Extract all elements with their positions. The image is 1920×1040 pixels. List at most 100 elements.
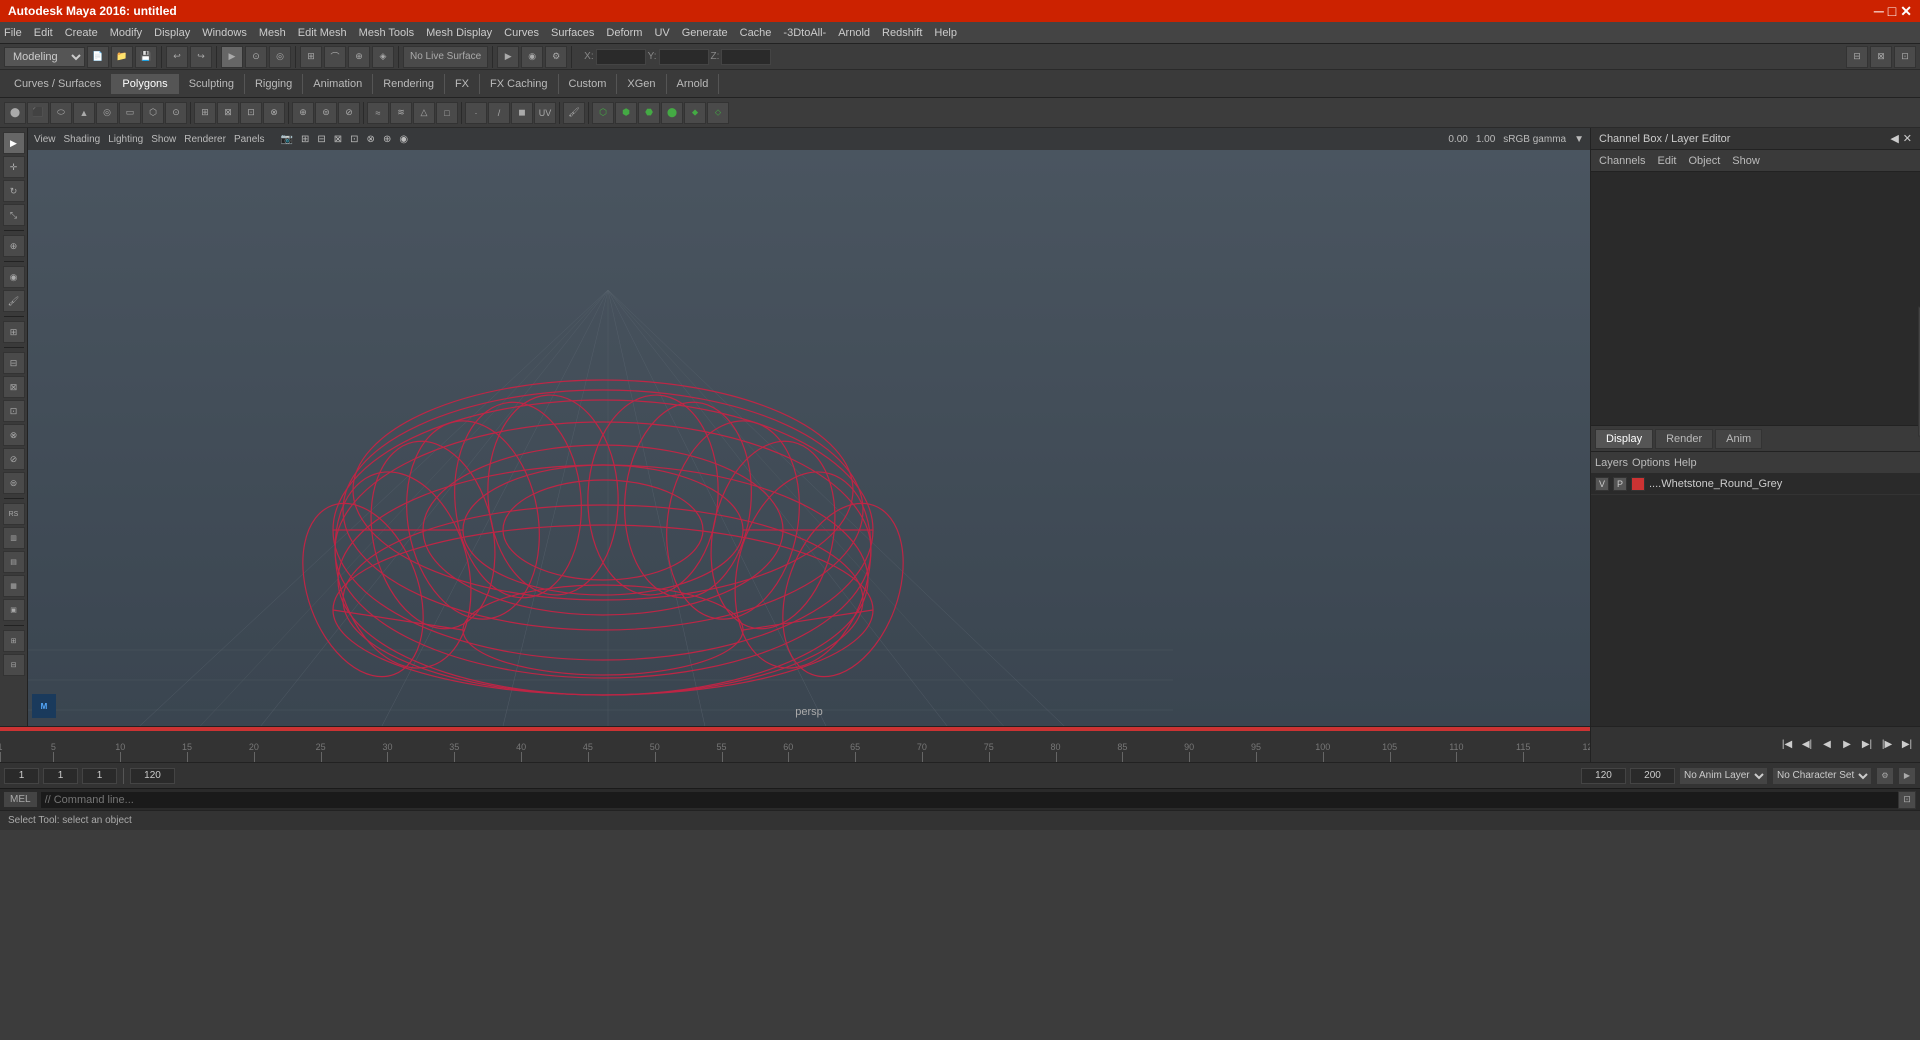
btab-display[interactable]: Display bbox=[1595, 429, 1653, 449]
vp-icon4[interactable]: ⊠ bbox=[334, 134, 342, 145]
viewport-canvas[interactable]: X Y Z persp M bbox=[28, 150, 1590, 726]
vp-renderer-menu[interactable]: Renderer bbox=[184, 134, 226, 145]
comp3-ico[interactable]: ⬣ bbox=[638, 102, 660, 124]
z-input[interactable] bbox=[721, 49, 771, 65]
tab-animation[interactable]: Animation bbox=[303, 74, 373, 94]
torus-ico[interactable]: ◎ bbox=[96, 102, 118, 124]
select-tool-btn[interactable]: ▶ bbox=[221, 46, 243, 68]
prev-key-btn[interactable]: ◀| bbox=[1798, 736, 1816, 754]
window-controls[interactable]: ─ □ ✕ bbox=[1874, 3, 1912, 20]
vertex-mode-ico[interactable]: · bbox=[465, 102, 487, 124]
soft-select-btn[interactable]: ◉ bbox=[3, 266, 25, 288]
tool8-btn[interactable]: ▥ bbox=[3, 527, 25, 549]
menu-generate[interactable]: Generate bbox=[682, 27, 728, 39]
combine-ico[interactable]: ⊞ bbox=[194, 102, 216, 124]
select-btn[interactable]: ▶ bbox=[3, 132, 25, 154]
cb-object[interactable]: Object bbox=[1688, 155, 1720, 167]
layer-options[interactable]: Options bbox=[1632, 457, 1670, 469]
disc-ico[interactable]: ⬡ bbox=[142, 102, 164, 124]
layout-btn[interactable]: ⊡ bbox=[1894, 46, 1916, 68]
tab-sculpting[interactable]: Sculpting bbox=[179, 74, 245, 94]
menu-file[interactable]: File bbox=[4, 27, 22, 39]
snap-point-btn[interactable]: ⊕ bbox=[348, 46, 370, 68]
smooth-ico[interactable]: ≈ bbox=[367, 102, 389, 124]
tab-custom[interactable]: Custom bbox=[559, 74, 618, 94]
vp-icon7[interactable]: ⊕ bbox=[383, 134, 391, 145]
btab-render[interactable]: Render bbox=[1655, 429, 1713, 449]
undo-btn[interactable]: ↩ bbox=[166, 46, 188, 68]
menu-create[interactable]: Create bbox=[65, 27, 98, 39]
snap-btn[interactable]: ⊞ bbox=[3, 321, 25, 343]
tool10-btn[interactable]: ▦ bbox=[3, 575, 25, 597]
menu-arnold[interactable]: Arnold bbox=[838, 27, 870, 39]
tab-rendering[interactable]: Rendering bbox=[373, 74, 445, 94]
sphere-ico[interactable]: ⬤ bbox=[4, 102, 26, 124]
tab-fx[interactable]: FX bbox=[445, 74, 480, 94]
new-scene-btn[interactable]: 📄 bbox=[87, 46, 109, 68]
comp1-ico[interactable]: ⬡ bbox=[592, 102, 614, 124]
tab-curves-surfaces[interactable]: Curves / Surfaces bbox=[4, 74, 112, 94]
vp-icon6[interactable]: ⊗ bbox=[367, 134, 375, 145]
rotate-btn[interactable]: ↻ bbox=[3, 180, 25, 202]
uv-mode-ico[interactable]: UV bbox=[534, 102, 556, 124]
close-btn[interactable]: ✕ bbox=[1900, 3, 1912, 20]
tab-polygons[interactable]: Polygons bbox=[112, 74, 178, 94]
toolB-btn[interactable]: ⊟ bbox=[3, 654, 25, 676]
menu-uv[interactable]: UV bbox=[654, 27, 669, 39]
snap-grid-btn[interactable]: ⊞ bbox=[300, 46, 322, 68]
x-input[interactable] bbox=[596, 49, 646, 65]
multi-tool-btn[interactable]: ⊕ bbox=[3, 235, 25, 257]
ipr-btn[interactable]: ◉ bbox=[521, 46, 543, 68]
tool7-btn[interactable]: RS bbox=[3, 503, 25, 525]
anim-icon[interactable]: ▶ bbox=[1898, 767, 1916, 785]
timeline-wrapper[interactable]: 1510152025303540455055606570758085909510… bbox=[0, 726, 1590, 762]
menu-help[interactable]: Help bbox=[934, 27, 957, 39]
settings-icon-btn[interactable]: ⊟ bbox=[1846, 46, 1868, 68]
vp-icon8[interactable]: ◉ bbox=[399, 134, 408, 145]
menu-deform[interactable]: Deform bbox=[606, 27, 642, 39]
cb-collapse-btn[interactable]: ◀ bbox=[1890, 132, 1898, 145]
separate-ico[interactable]: ⊠ bbox=[217, 102, 239, 124]
char-set-icon[interactable]: ⚙ bbox=[1876, 767, 1894, 785]
start-frame-input[interactable] bbox=[4, 768, 39, 784]
move-btn[interactable]: ✛ bbox=[3, 156, 25, 178]
go-start-btn[interactable]: |◀ bbox=[1778, 736, 1796, 754]
layer-item[interactable]: V P ....Whetstone_Round_Grey bbox=[1591, 473, 1920, 495]
edge-mode-ico[interactable]: / bbox=[488, 102, 510, 124]
current-frame-input[interactable] bbox=[43, 768, 78, 784]
plane-ico[interactable]: ▭ bbox=[119, 102, 141, 124]
vp-camera-ico[interactable]: 📷 bbox=[281, 134, 293, 145]
append-ico[interactable]: ⊘ bbox=[338, 102, 360, 124]
tool11-btn[interactable]: ▣ bbox=[3, 599, 25, 621]
menu-surfaces[interactable]: Surfaces bbox=[551, 27, 594, 39]
mode-selector[interactable]: Modeling Rigging Animation FX Rendering bbox=[4, 47, 85, 67]
vp-icon2[interactable]: ⊞ bbox=[301, 134, 309, 145]
menu-modify[interactable]: Modify bbox=[110, 27, 142, 39]
vp-panels-menu[interactable]: Panels bbox=[234, 134, 265, 145]
ui-elements-btn[interactable]: ⊠ bbox=[1870, 46, 1892, 68]
tool3-btn[interactable]: ⊡ bbox=[3, 400, 25, 422]
range-end-input[interactable] bbox=[1630, 768, 1675, 784]
lasso-btn[interactable]: ⊙ bbox=[245, 46, 267, 68]
bridge-ico[interactable]: ⊜ bbox=[315, 102, 337, 124]
vp-show-menu[interactable]: Show bbox=[151, 134, 176, 145]
booleans-ico[interactable]: ⊗ bbox=[263, 102, 285, 124]
tool2-btn[interactable]: ⊠ bbox=[3, 376, 25, 398]
menu-mesh-display[interactable]: Mesh Display bbox=[426, 27, 492, 39]
no-character-set-select[interactable]: No Character Set bbox=[1772, 767, 1872, 785]
cylinder-ico[interactable]: ⬭ bbox=[50, 102, 72, 124]
vp-lighting-menu[interactable]: Lighting bbox=[108, 134, 143, 145]
comp5-ico[interactable]: ⬥ bbox=[684, 102, 706, 124]
tab-arnold[interactable]: Arnold bbox=[667, 74, 720, 94]
tab-rigging[interactable]: Rigging bbox=[245, 74, 303, 94]
minimize-btn[interactable]: ─ bbox=[1874, 3, 1884, 20]
next-frame-btn[interactable]: ▶| bbox=[1858, 736, 1876, 754]
vp-view-menu[interactable]: View bbox=[34, 134, 56, 145]
menu-windows[interactable]: Windows bbox=[202, 27, 247, 39]
menu-redshift[interactable]: Redshift bbox=[882, 27, 922, 39]
comp6-ico[interactable]: ⬦ bbox=[707, 102, 729, 124]
btab-anim[interactable]: Anim bbox=[1715, 429, 1762, 449]
layer-layers[interactable]: Layers bbox=[1595, 457, 1628, 469]
face-mode-ico[interactable]: ◼ bbox=[511, 102, 533, 124]
channelbox-controls[interactable]: ◀ ✕ bbox=[1890, 132, 1912, 145]
